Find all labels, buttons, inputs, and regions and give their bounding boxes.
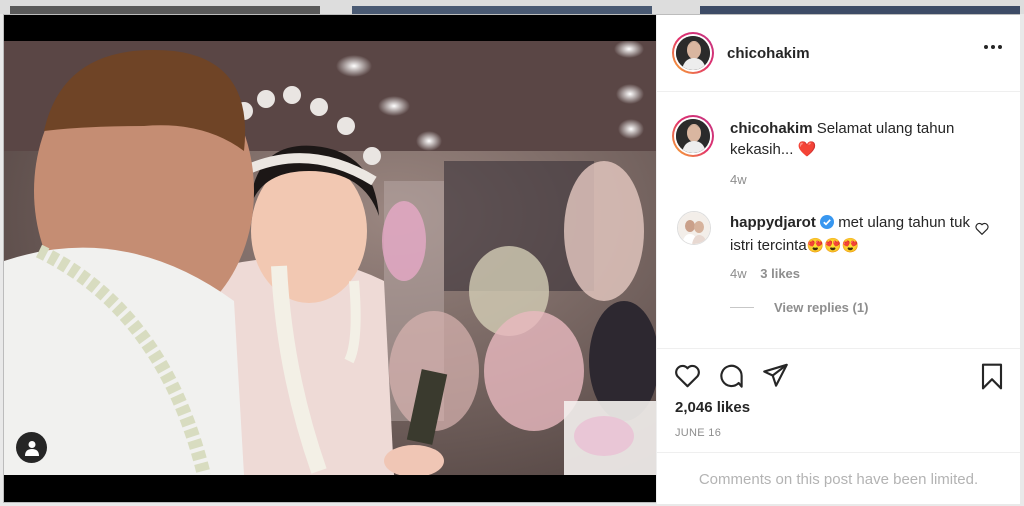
like-button[interactable] <box>674 363 701 393</box>
post-actions: 2,046 likes JUNE 16 Comments on this pos… <box>657 348 1020 505</box>
verified-badge-icon <box>820 214 835 235</box>
heart-icon <box>674 364 701 392</box>
comment-emoji: 😍😍😍 <box>806 237 859 253</box>
post-image[interactable] <box>4 41 656 475</box>
comment-likes[interactable]: 3 likes <box>760 266 800 281</box>
comment-age[interactable]: 4w <box>730 266 747 281</box>
comment-button[interactable] <box>718 363 745 395</box>
comments-limited-notice: Comments on this post have been limited. <box>657 452 1020 506</box>
caption-avatar[interactable] <box>672 115 714 157</box>
tagged-user-button[interactable] <box>16 432 47 463</box>
caption-username[interactable]: chicohakim <box>730 120 813 137</box>
background-feed-strip <box>0 0 1024 14</box>
commenter-avatar[interactable] <box>677 211 711 245</box>
comments-section: chicohakim Selamat ulang tahun kekasih..… <box>657 92 1020 348</box>
author-username[interactable]: chicohakim <box>727 45 810 62</box>
view-replies-label: View replies (1) <box>774 300 869 315</box>
bookmark-icon <box>980 363 1004 394</box>
user-profile-icon <box>24 440 39 456</box>
save-button[interactable] <box>980 363 1004 395</box>
post-sidebar: chicohakim chicohakim Selamat ulang tahu… <box>656 15 1020 504</box>
commenter-username[interactable]: happydjarot <box>730 214 816 231</box>
more-options-icon <box>984 45 988 49</box>
comment-like-button[interactable] <box>975 222 989 240</box>
paper-plane-icon <box>762 363 789 392</box>
share-button[interactable] <box>762 363 789 393</box>
author-avatar[interactable] <box>672 32 714 74</box>
heart-icon <box>975 222 989 239</box>
more-options-button[interactable] <box>984 45 1002 49</box>
post-header: chicohakim <box>657 15 1020 92</box>
view-replies-button[interactable]: View replies (1) <box>730 300 868 315</box>
post-date[interactable]: JUNE 16 <box>675 427 721 439</box>
likes-count[interactable]: 2,046 likes <box>675 399 750 416</box>
post-modal: chicohakim chicohakim Selamat ulang tahu… <box>3 14 1020 504</box>
heart-emoji: ❤️ <box>797 141 817 158</box>
comment-icon <box>718 364 745 394</box>
caption-age[interactable]: 4w <box>730 172 747 187</box>
